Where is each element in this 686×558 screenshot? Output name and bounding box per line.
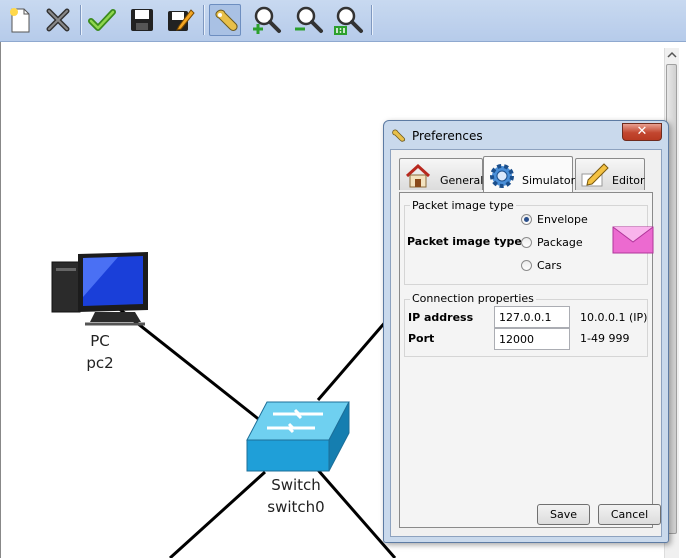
node-name-label: pc2 [86,354,114,372]
node-pc2[interactable] [50,250,150,330]
close-button[interactable]: ✕ [622,123,662,141]
switch-icon [246,401,350,472]
group-title: Connection properties [410,292,536,305]
gear-icon [490,164,514,188]
node-switch0[interactable] [245,400,350,475]
tab-label: Simulator [522,174,576,187]
scroll-up-arrow-icon[interactable] [665,48,679,62]
port-label: Port [408,332,435,345]
wrench-icon [392,129,406,142]
cancel-button[interactable]: Cancel [598,504,661,525]
tab-label: General [440,174,484,187]
tab-general[interactable]: General [399,158,483,190]
dialog-title: Preferences [412,129,483,143]
dialog-title-bar[interactable]: Preferences ✕ [384,121,668,149]
tab-label: Editor [612,174,645,187]
radio-button[interactable] [521,260,532,271]
node-name-label: switch0 [267,498,325,516]
radio-button[interactable] [521,237,532,248]
pencil-icon [581,163,609,187]
port-field[interactable]: 12000 [494,328,570,350]
tab-simulator[interactable]: Simulator [483,156,576,192]
simulator-tab-panel: Packet image type Packet image type Enve… [399,192,661,528]
node-type-label: Switch [271,476,321,494]
house-icon [405,163,431,188]
node-type-label: PC [90,332,110,350]
save-button[interactable]: Save [537,504,590,525]
ip-address-hint: 10.0.0.1 (IP) [580,311,648,324]
dialog-body: General Simulator Editor Packet image ty… [390,149,662,537]
group-title: Packet image type [410,199,516,212]
tab-editor[interactable]: Editor [575,158,645,190]
radio-button-selected[interactable] [521,214,532,225]
ip-address-label: IP address [408,311,474,324]
radio-label: Package [537,236,583,249]
port-hint: 1-49 999 [580,332,630,345]
preferences-dialog: Preferences ✕ General Simulator Editor P… [383,120,669,543]
pc-icon [51,252,148,326]
ip-address-field[interactable]: 127.0.0.1 [494,306,570,328]
radio-label: Cars [537,259,562,272]
radio-label: Envelope [537,213,588,226]
envelope-icon [612,226,654,254]
close-icon: ✕ [636,124,648,139]
packet-image-type-label: Packet image type [407,235,522,248]
